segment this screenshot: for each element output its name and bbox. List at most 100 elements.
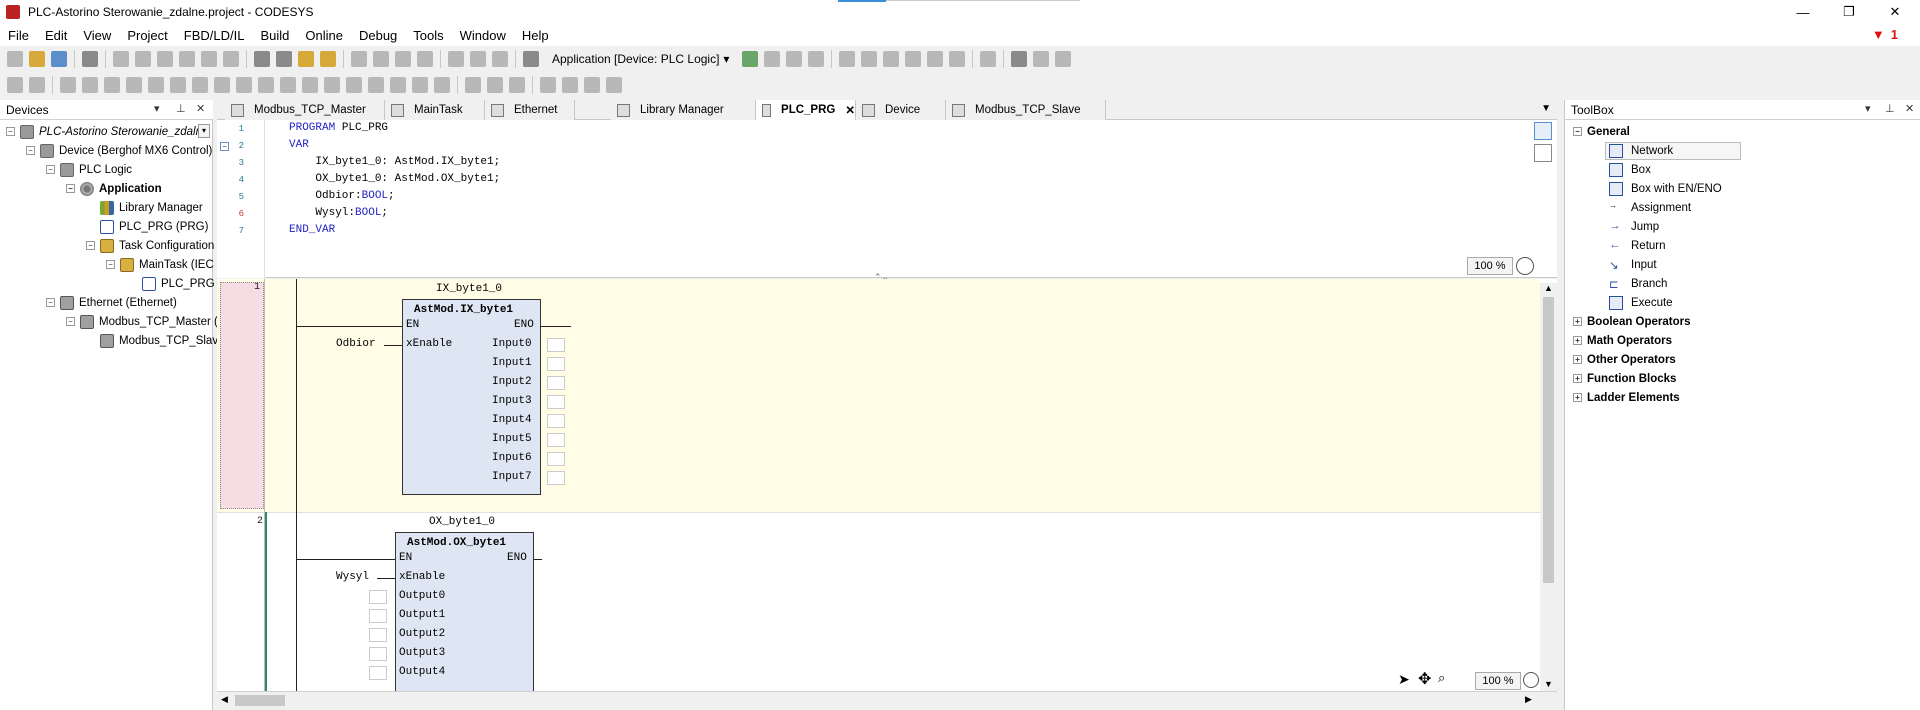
tab-library-manager[interactable]: Library Manager bbox=[611, 100, 756, 120]
close-window-button[interactable]: ✕ bbox=[1872, 0, 1918, 24]
tree-item-task-configuration[interactable]: − Task Configuration bbox=[86, 236, 214, 255]
delete-icon[interactable] bbox=[223, 51, 239, 67]
toolbox-item-box-en-eno[interactable]: Box with EN/ENO bbox=[1609, 179, 1722, 198]
scroll-down-icon[interactable]: ▼ bbox=[1544, 679, 1553, 689]
insert-network-below-icon[interactable] bbox=[29, 77, 45, 93]
insert-return-icon[interactable] bbox=[214, 77, 230, 93]
tree-item-modbus-master[interactable]: − Modbus_TCP_Master ( bbox=[66, 312, 218, 331]
insert-negated-contact-icon[interactable] bbox=[302, 77, 318, 93]
set-reset-icon[interactable] bbox=[434, 77, 450, 93]
block-instance-name[interactable]: IX_byte1_0 bbox=[436, 283, 502, 295]
zoom-icon[interactable] bbox=[1523, 672, 1539, 688]
find-icon[interactable] bbox=[254, 51, 270, 67]
output-placeholder[interactable] bbox=[547, 471, 565, 485]
input-placeholder[interactable] bbox=[369, 647, 387, 661]
find-next-icon[interactable] bbox=[276, 51, 292, 67]
open-folder-icon[interactable] bbox=[29, 51, 45, 67]
start-icon[interactable] bbox=[786, 51, 803, 67]
input-placeholder[interactable] bbox=[369, 628, 387, 642]
toggle-comment-icon[interactable] bbox=[465, 77, 481, 93]
tree-item-application[interactable]: − Application bbox=[66, 179, 162, 198]
output-placeholder[interactable] bbox=[547, 395, 565, 409]
insert-contact-icon[interactable] bbox=[280, 77, 296, 93]
panel-menu-icon[interactable]: ▾ bbox=[154, 102, 160, 115]
scroll-up-icon[interactable]: ▲ bbox=[1544, 283, 1553, 293]
save-icon[interactable] bbox=[51, 51, 67, 67]
expand-icon[interactable]: + bbox=[1573, 374, 1582, 383]
tree-item-maintask[interactable]: − MainTask (IEC bbox=[106, 255, 214, 274]
scroll-right-icon[interactable]: ▶ bbox=[1525, 694, 1532, 705]
tab-list-dropdown-icon[interactable]: ▼ bbox=[1541, 103, 1551, 114]
input-variable[interactable]: Odbior bbox=[336, 338, 376, 350]
toolbox-item-jump[interactable]: → Jump bbox=[1609, 217, 1659, 236]
copy-icon[interactable] bbox=[179, 51, 195, 67]
tab-modbus-tcp-slave[interactable]: Modbus_TCP_Slave bbox=[946, 100, 1106, 120]
insert-assignment-icon[interactable] bbox=[60, 77, 76, 93]
expand-icon[interactable]: + bbox=[1573, 355, 1582, 364]
input-placeholder[interactable] bbox=[369, 590, 387, 604]
menu-tools[interactable]: Tools bbox=[405, 28, 451, 43]
magnifier-tool-icon[interactable]: ⌕ bbox=[1438, 670, 1445, 686]
build-icon[interactable] bbox=[448, 51, 464, 67]
output-placeholder[interactable] bbox=[547, 414, 565, 428]
insert-box-en-icon[interactable] bbox=[104, 77, 120, 93]
find-replace-icon[interactable] bbox=[298, 51, 314, 67]
run-to-cursor-icon[interactable] bbox=[949, 51, 966, 67]
stop-icon[interactable] bbox=[808, 51, 825, 67]
write-values-icon[interactable] bbox=[1011, 51, 1028, 67]
declaration-zoom[interactable]: 100 % bbox=[1467, 257, 1513, 275]
scroll-thumb[interactable] bbox=[235, 695, 285, 706]
tab-modbus-tcp-master[interactable]: Modbus_TCP_Master bbox=[225, 100, 385, 120]
unforce-values-icon[interactable] bbox=[1055, 51, 1072, 67]
menu-project[interactable]: Project bbox=[119, 28, 175, 43]
tree-item-library-manager[interactable]: Library Manager bbox=[100, 198, 203, 217]
menu-build[interactable]: Build bbox=[252, 28, 297, 43]
clear-bookmarks-icon[interactable] bbox=[417, 51, 433, 67]
branch-merge-icon[interactable] bbox=[606, 77, 622, 93]
menu-edit[interactable]: Edit bbox=[37, 28, 75, 43]
tree-item-ethernet[interactable]: − Ethernet (Ethernet) bbox=[46, 293, 177, 312]
update-parameters-icon[interactable] bbox=[509, 77, 525, 93]
scroll-thumb[interactable] bbox=[1543, 297, 1554, 583]
collapse-icon[interactable]: − bbox=[6, 127, 15, 136]
undo-icon[interactable] bbox=[113, 51, 129, 67]
fbd-zoom[interactable]: 100 % bbox=[1475, 672, 1521, 690]
edge-detect-icon[interactable] bbox=[412, 77, 428, 93]
generate-code-icon[interactable] bbox=[492, 51, 508, 67]
insert-output-icon[interactable] bbox=[148, 77, 164, 93]
insert-reset-coil-icon[interactable] bbox=[368, 77, 384, 93]
active-application-select[interactable]: Application [Device: PLC Logic] ▾ bbox=[546, 52, 735, 66]
tree-dropdown-icon[interactable]: ▾ bbox=[198, 124, 210, 138]
pin-icon[interactable]: ⊥ bbox=[1885, 102, 1895, 115]
tree-item-plc-prg[interactable]: PLC_PRG (PRG) bbox=[100, 217, 208, 236]
message-filter[interactable]: ▼ 1 bbox=[1872, 27, 1898, 42]
insert-coil-icon[interactable] bbox=[258, 77, 274, 93]
input-placeholder[interactable] bbox=[369, 609, 387, 623]
toolbox-item-assignment[interactable]: → Assignment bbox=[1609, 198, 1691, 217]
login-icon[interactable] bbox=[742, 51, 759, 67]
branch-end-icon[interactable] bbox=[562, 77, 578, 93]
bookmark-icon[interactable] bbox=[351, 51, 367, 67]
category-other-operators[interactable]: + Other Operators bbox=[1573, 350, 1676, 369]
tree-item-plc-logic[interactable]: − PLC Logic bbox=[46, 160, 132, 179]
textual-view-icon[interactable] bbox=[1534, 122, 1552, 140]
declaration-editor[interactable]: − 1 PROGRAM PLC_PRG 2 VAR 3 IX_byte1_0: … bbox=[217, 120, 1557, 282]
tab-plc-prg[interactable]: PLC_PRG ✕ bbox=[756, 100, 856, 120]
output-placeholder[interactable] bbox=[547, 433, 565, 447]
menu-debug[interactable]: Debug bbox=[351, 28, 405, 43]
scroll-left-icon[interactable]: ◀ bbox=[221, 694, 228, 705]
expand-icon[interactable]: + bbox=[1573, 393, 1582, 402]
collapse-icon[interactable]: − bbox=[66, 317, 75, 326]
print-icon[interactable] bbox=[82, 51, 98, 67]
new-file-icon[interactable] bbox=[7, 51, 23, 67]
show-next-statement-icon[interactable] bbox=[980, 51, 997, 67]
toolbox-item-network[interactable]: Network bbox=[1609, 141, 1673, 160]
insert-network-icon[interactable] bbox=[7, 77, 23, 93]
tree-item-project[interactable]: − PLC-Astorino Sterowanie_zdalne ▾ bbox=[6, 122, 211, 141]
tab-maintask[interactable]: MainTask bbox=[385, 100, 485, 120]
tab-ethernet[interactable]: Ethernet bbox=[485, 100, 575, 120]
branch-split-icon[interactable] bbox=[584, 77, 600, 93]
redo-icon[interactable] bbox=[135, 51, 151, 67]
negate-icon[interactable] bbox=[390, 77, 406, 93]
next-bookmark-icon[interactable] bbox=[373, 51, 389, 67]
